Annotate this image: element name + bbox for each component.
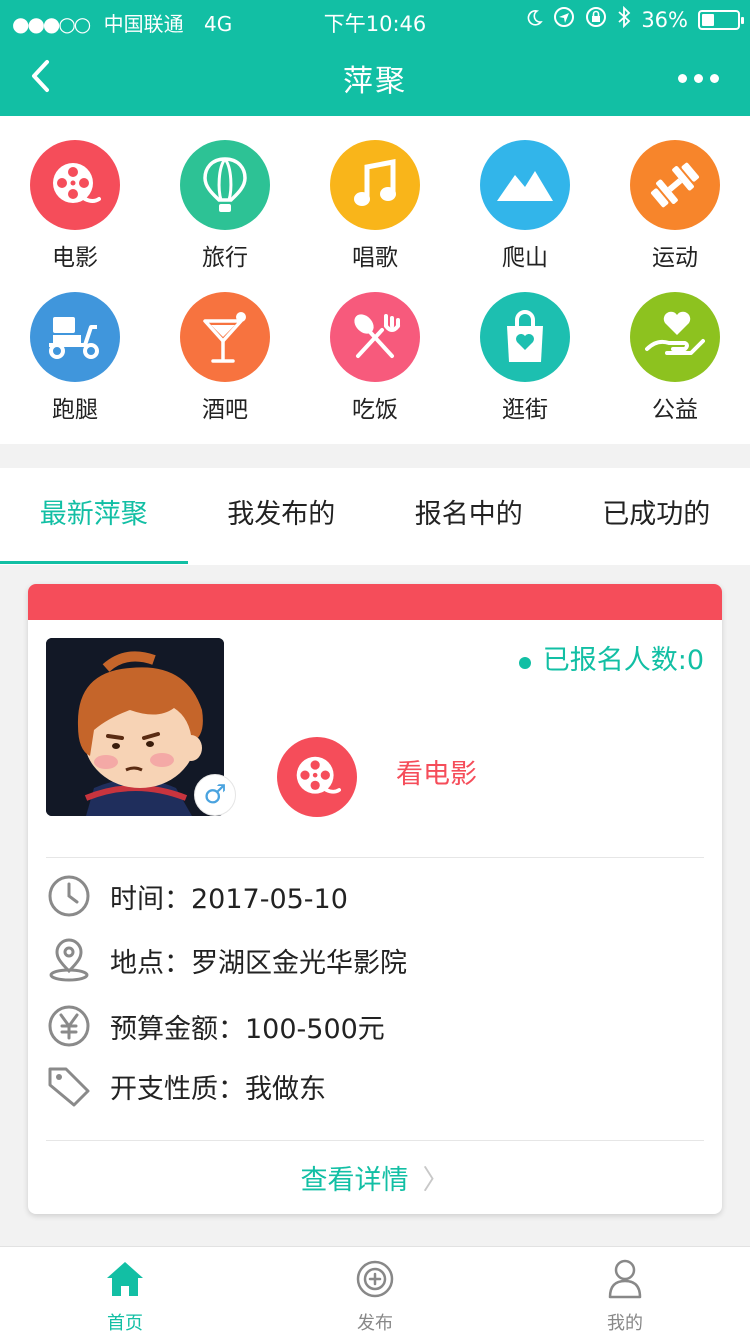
category-label: 爬山 xyxy=(502,245,548,271)
category-sing[interactable]: 唱歌 xyxy=(300,116,450,271)
view-details-link[interactable]: 查看详情〉 xyxy=(28,1158,722,1197)
bottom-tab-bar: 首页 发布 我的 xyxy=(0,1246,750,1333)
info-row-budget: 预算金额：100-500元 xyxy=(46,1002,385,1050)
category-label: 电影 xyxy=(52,245,98,271)
signup-count: 已报名人数:0 xyxy=(518,638,704,677)
event-budget: 预算金额：100-500元 xyxy=(110,1013,385,1045)
view-details-label: 查看详情 xyxy=(300,1165,409,1196)
event-expense-type: 开支性质：我做东 xyxy=(110,1073,326,1105)
user-icon xyxy=(605,1259,645,1299)
category-label: 唱歌 xyxy=(352,245,398,271)
tab-signing-up[interactable]: 报名中的 xyxy=(375,468,563,565)
film-reel-icon xyxy=(277,737,357,817)
event-name: 看电影 xyxy=(396,759,477,790)
cocktail-glass-icon xyxy=(180,292,270,382)
category-label: 吃饭 xyxy=(352,397,398,423)
hot-air-balloon-icon xyxy=(180,140,270,230)
status-bar: ●●●○○ 中国联通 4G 下午10:46 36% xyxy=(0,0,750,40)
category-hiking[interactable]: 爬山 xyxy=(450,116,600,271)
battery-icon xyxy=(698,9,744,30)
category-label: 公益 xyxy=(652,397,698,423)
event-location: 地点：罗湖区金光华影院 xyxy=(110,947,407,979)
shopping-bag-icon xyxy=(480,292,570,382)
event-card[interactable]: ♂ 已报名人数:0 看电影 时间：2017-05-10 地点：罗湖区金光华影院 … xyxy=(28,584,722,1214)
tabbar-home[interactable]: 首页 xyxy=(0,1247,250,1333)
nav-bar: 萍聚 xyxy=(0,40,750,116)
category-movie[interactable]: 电影 xyxy=(0,116,150,271)
card-divider xyxy=(46,1140,704,1141)
clock-icon xyxy=(46,873,92,919)
fork-spoon-icon xyxy=(330,292,420,382)
category-label: 逛街 xyxy=(502,397,548,423)
tabbar-label: 首页 xyxy=(107,1313,143,1333)
category-label: 运动 xyxy=(652,245,698,271)
battery-percent: 36% xyxy=(641,7,688,32)
yuan-icon xyxy=(46,1003,92,1049)
tabbar-label: 我的 xyxy=(607,1313,643,1333)
category-shopping[interactable]: 逛街 xyxy=(450,268,600,423)
location-lock-icon xyxy=(553,6,575,33)
info-row-time: 时间：2017-05-10 xyxy=(46,872,348,920)
tab-latest[interactable]: 最新萍聚 xyxy=(0,468,188,565)
mountain-icon xyxy=(480,140,570,230)
info-row-location: 地点：罗湖区金光华影院 xyxy=(46,936,407,984)
category-label: 旅行 xyxy=(202,245,248,271)
status-dot xyxy=(518,656,531,669)
location-pin-icon xyxy=(46,937,92,983)
tabbar-publish[interactable]: 发布 xyxy=(250,1247,500,1333)
category-bar[interactable]: 酒吧 xyxy=(150,268,300,423)
moon-icon xyxy=(525,8,544,32)
publish-icon xyxy=(355,1259,395,1299)
chevron-right-icon: 〉 xyxy=(422,1165,450,1196)
category-charity[interactable]: 公益 xyxy=(600,268,750,423)
dumbbell-icon xyxy=(630,140,720,230)
active-tab-indicator xyxy=(0,561,188,564)
battery-fill xyxy=(702,13,714,26)
tab-my-posts[interactable]: 我发布的 xyxy=(188,468,376,565)
tag-icon xyxy=(46,1063,92,1109)
male-gender-icon: ♂ xyxy=(194,774,236,816)
filter-tabs: 最新萍聚 我发布的 报名中的 已成功的 xyxy=(0,468,750,565)
category-errand[interactable]: 跑腿 xyxy=(0,268,150,423)
home-icon xyxy=(105,1259,145,1299)
status-indicators: 36% xyxy=(525,5,744,33)
event-time: 时间：2017-05-10 xyxy=(110,883,348,915)
card-divider xyxy=(46,857,704,858)
category-dining[interactable]: 吃饭 xyxy=(300,268,450,423)
category-travel[interactable]: 旅行 xyxy=(150,116,300,271)
card-header-bar xyxy=(28,584,722,620)
page-title: 萍聚 xyxy=(343,64,407,99)
tab-succeeded[interactable]: 已成功的 xyxy=(563,468,750,565)
music-note-icon xyxy=(330,140,420,230)
category-grid: 电影 旅行 唱歌 爬山 运动 跑腿 酒吧 吃饭 逛街 公益 xyxy=(0,116,750,444)
chevron-left-icon xyxy=(32,60,49,92)
tabbar-profile[interactable]: 我的 xyxy=(500,1247,750,1333)
info-row-expense: 开支性质：我做东 xyxy=(46,1062,326,1110)
top-bar: ●●●○○ 中国联通 4G 下午10:46 36% 萍聚 xyxy=(0,0,750,116)
heart-hand-icon xyxy=(630,292,720,382)
category-sports[interactable]: 运动 xyxy=(600,116,750,271)
rotation-lock-icon xyxy=(585,6,607,33)
bluetooth-icon xyxy=(617,5,631,33)
category-label: 酒吧 xyxy=(202,397,248,423)
scooter-icon xyxy=(30,292,120,382)
more-button[interactable] xyxy=(670,56,726,100)
film-reel-icon xyxy=(30,140,120,230)
more-dots-icon xyxy=(677,73,687,83)
category-label: 跑腿 xyxy=(52,397,98,423)
back-button[interactable] xyxy=(20,52,60,100)
tabbar-label: 发布 xyxy=(357,1313,393,1333)
signup-count-text: 已报名人数:0 xyxy=(542,645,704,676)
